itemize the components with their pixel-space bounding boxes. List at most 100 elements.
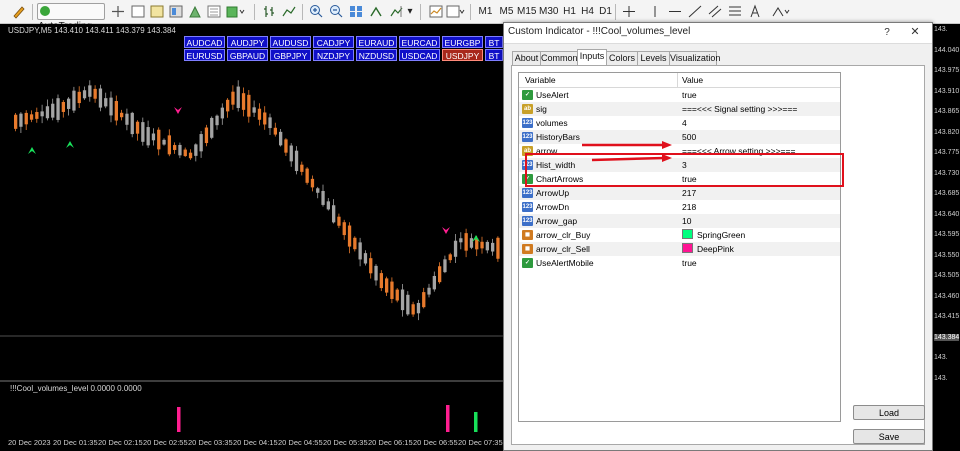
table-row[interactable]: 123 HistoryBars 500: [519, 130, 840, 144]
pair-button-bt[interactable]: BT: [485, 36, 503, 48]
fibonacci-icon[interactable]: [727, 3, 743, 20]
table-row[interactable]: ◼ arrow_clr_Buy SpringGreen: [519, 228, 840, 242]
timeframe-h1[interactable]: H1: [560, 3, 579, 20]
tab-inputs[interactable]: Inputs: [577, 49, 607, 66]
time-label: 20 Dec 04:15: [233, 438, 278, 447]
volume-bar: [474, 412, 478, 432]
navigator-icon[interactable]: [168, 3, 184, 20]
chart-window-icon[interactable]: [130, 3, 146, 20]
pair-button-cadjpy[interactable]: CADJPY: [313, 36, 354, 48]
autotrading-button[interactable]: AutoTrading: [37, 3, 105, 32]
timeframe-m30[interactable]: M30: [538, 3, 558, 20]
indicators-icon[interactable]: [428, 3, 444, 20]
vertical-line-icon[interactable]: [647, 3, 663, 20]
variable-value[interactable]: DeepPink: [682, 242, 734, 256]
variable-value[interactable]: 217: [682, 186, 696, 200]
new-order-icon[interactable]: [225, 3, 247, 20]
candle-body: [162, 139, 166, 145]
tab-levels[interactable]: Levels: [637, 51, 670, 65]
pair-button-usdjpy[interactable]: USDJPY: [442, 49, 483, 61]
variable-value[interactable]: SpringGreen: [682, 228, 745, 242]
candle-body: [268, 117, 272, 129]
bar-chart-icon[interactable]: [261, 3, 277, 20]
candle-body: [61, 102, 65, 112]
pair-button-usdcad[interactable]: USDCAD: [399, 49, 440, 61]
pencil-icon[interactable]: [10, 3, 28, 20]
market-watch-icon[interactable]: [187, 3, 203, 20]
horizontal-line-icon[interactable]: [667, 3, 683, 20]
table-row[interactable]: ✓ UseAlert true: [519, 88, 840, 102]
chart-shift-icon[interactable]: [388, 3, 404, 20]
timeframe-h4[interactable]: H4: [578, 3, 597, 20]
candle-body: [109, 97, 113, 116]
tile-windows-icon[interactable]: [348, 3, 364, 20]
pair-button-eurgbp[interactable]: EURGBP: [442, 36, 483, 48]
pair-button-eurcad[interactable]: EURCAD: [399, 36, 440, 48]
table-row[interactable]: 123 volumes 4: [519, 116, 840, 130]
data-window-icon[interactable]: [206, 3, 222, 20]
price-label: 143.595: [934, 231, 960, 238]
pair-button-audcad[interactable]: AUDCAD: [184, 36, 225, 48]
close-icon[interactable]: ✕: [902, 25, 928, 40]
value-text: SpringGreen: [697, 230, 746, 240]
tab-visualization[interactable]: Visualization: [669, 51, 720, 65]
tab-colors[interactable]: Colors: [606, 51, 638, 65]
line-chart-icon[interactable]: [281, 3, 297, 20]
pair-button-audusd[interactable]: AUDUSD: [270, 36, 311, 48]
tab-about[interactable]: About: [512, 51, 541, 65]
candle-body: [353, 237, 357, 250]
table-row[interactable]: 123 Arrow_gap 10: [519, 214, 840, 228]
table-row[interactable]: ✓ UseAlertMobile true: [519, 256, 840, 270]
dropdown-arrow-icon[interactable]: ▾: [405, 3, 415, 20]
timeframe-m15[interactable]: M15: [516, 3, 536, 20]
crosshair-icon[interactable]: [110, 3, 126, 20]
pair-button-gbpaud[interactable]: GBPAUD: [227, 49, 268, 61]
periodicity-icon[interactable]: [445, 3, 467, 20]
table-row[interactable]: 123 ArrowUp 217: [519, 186, 840, 200]
pair-button-gbpjpy[interactable]: GBPJPY: [270, 49, 311, 61]
variable-value[interactable]: 10: [682, 214, 691, 228]
variable-value[interactable]: 500: [682, 130, 696, 144]
autoscroll-icon[interactable]: [368, 3, 384, 20]
price-label: 143.505: [934, 272, 960, 279]
tab-common[interactable]: Common: [540, 51, 578, 65]
help-button[interactable]: ?: [876, 25, 898, 40]
price-chart[interactable]: USDJPY,M5 143.410 143.411 143.379 143.38…: [0, 24, 507, 451]
equidistant-channel-icon[interactable]: [707, 3, 723, 20]
timeframe-d1[interactable]: D1: [596, 3, 615, 20]
cursor-cross-icon[interactable]: [621, 3, 637, 20]
terminal-icon[interactable]: [149, 3, 165, 20]
shapes-menu-icon[interactable]: [770, 3, 792, 20]
variable-value[interactable]: ===<<< Signal setting >>>===: [682, 102, 797, 116]
pair-button-bt[interactable]: BT: [485, 49, 503, 61]
pair-button-euraud[interactable]: EURAUD: [356, 36, 397, 48]
table-row[interactable]: ◼ arrow_clr_Sell DeepPink: [519, 242, 840, 256]
pair-button-nzdusd[interactable]: NZDUSD: [356, 49, 397, 61]
custom-indicator-dialog: Custom Indicator - !!!Cool_volumes_level…: [503, 22, 933, 451]
column-divider: [677, 73, 678, 87]
zoom-in-icon[interactable]: [308, 3, 324, 20]
variable-value[interactable]: 4: [682, 116, 687, 130]
timeframe-m5[interactable]: M5: [497, 3, 516, 20]
candle-body: [204, 127, 209, 144]
candle-body: [210, 117, 214, 138]
variable-value[interactable]: true: [682, 88, 697, 102]
candle-body: [416, 302, 421, 314]
variable-value[interactable]: 218: [682, 200, 696, 214]
text-label-icon[interactable]: [747, 3, 763, 20]
pair-button-audjpy[interactable]: AUDJPY: [227, 36, 268, 48]
table-row[interactable]: 123 ArrowDn 218: [519, 200, 840, 214]
time-label: 20 Dec 05:35: [323, 438, 368, 447]
timeframe-m1[interactable]: M1: [476, 3, 495, 20]
candle-body: [294, 150, 299, 172]
price-label: 143.820: [934, 128, 960, 136]
bool-type-icon: ✓: [522, 258, 533, 268]
table-row[interactable]: ab sig ===<<< Signal setting >>>===: [519, 102, 840, 116]
variable-value[interactable]: true: [682, 256, 697, 270]
pair-button-nzdjpy[interactable]: NZDJPY: [313, 49, 354, 61]
zoom-out-icon[interactable]: [328, 3, 344, 20]
load-button[interactable]: Load: [853, 405, 925, 420]
pair-button-eurusd[interactable]: EURUSD: [184, 49, 225, 61]
trendline-icon[interactable]: [687, 3, 703, 20]
save-button[interactable]: Save: [853, 429, 925, 444]
